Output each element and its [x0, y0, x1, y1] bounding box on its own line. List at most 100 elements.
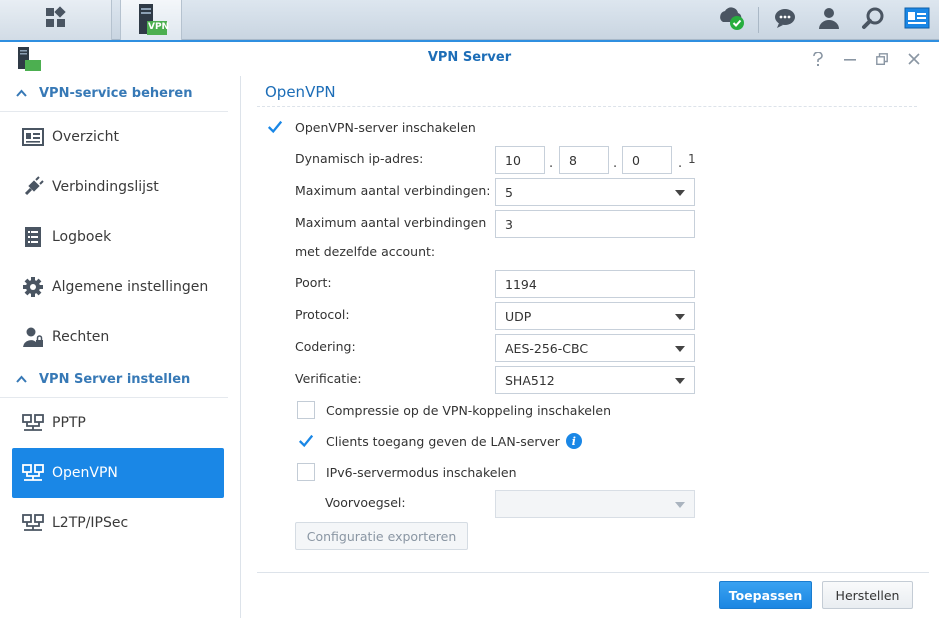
user-lock-icon — [22, 326, 44, 348]
footer-divider — [257, 572, 929, 573]
port-label: Poort: — [295, 275, 332, 290]
ip-octet-1-input[interactable]: 10 — [495, 146, 545, 174]
chevron-up-icon — [16, 373, 27, 386]
sidebar-item-label: Overzicht — [52, 129, 119, 145]
caret-down-icon — [675, 346, 685, 352]
close-icon[interactable] — [905, 50, 923, 68]
lan-access-row[interactable]: Clients toegang geven de LAN-server i — [297, 432, 582, 450]
gear-icon — [22, 276, 44, 298]
port-input[interactable]: 1194 — [495, 270, 695, 298]
compression-row[interactable]: Compressie op de VPN-koppeling inschakel… — [297, 401, 611, 419]
ipv6-row[interactable]: IPv6-servermodus inschakelen — [297, 463, 517, 481]
search-button[interactable] — [851, 0, 895, 40]
checkmark-icon — [267, 120, 283, 134]
help-icon[interactable] — [809, 50, 827, 68]
main-menu-button[interactable] — [0, 0, 112, 40]
user-icon — [817, 6, 841, 34]
vpn-badge-text: VPN — [148, 22, 170, 32]
section-divider — [257, 106, 917, 107]
prefix-label: Voorvoegsel: — [325, 495, 406, 510]
sidebar-group-label: VPN Server instellen — [39, 372, 191, 387]
cloud-check-icon — [717, 4, 747, 36]
compression-checkbox[interactable] — [297, 401, 315, 419]
widgets-button[interactable] — [895, 0, 939, 40]
authentication-select[interactable]: SHA512 — [495, 366, 695, 394]
encryption-label: Codering: — [295, 339, 356, 354]
checkmark-icon — [298, 434, 314, 448]
chevron-up-icon — [16, 87, 27, 100]
enable-openvpn-checkbox[interactable] — [266, 118, 284, 136]
sidebar-item-label: Verbindingslijst — [52, 179, 159, 195]
plug-icon — [22, 176, 44, 198]
max-same-account-input[interactable]: 3 — [495, 210, 695, 238]
max-connections-select[interactable]: 5 — [495, 178, 695, 206]
search-icon — [861, 6, 885, 34]
enable-openvpn-label: OpenVPN-server inschakelen — [295, 119, 476, 135]
authentication-value: SHA512 — [505, 372, 555, 388]
user-button[interactable] — [807, 0, 851, 40]
encryption-select[interactable]: AES-256-CBC — [495, 334, 695, 362]
section-title: OpenVPN — [265, 83, 336, 101]
ip-octet-2-input[interactable]: 8 — [559, 146, 609, 174]
ip-octet-4-value: 1 — [688, 152, 696, 166]
network-icon — [22, 412, 44, 434]
sidebar-item-label: PPTP — [52, 415, 86, 431]
restore-icon[interactable] — [873, 50, 891, 68]
ip-separator: . — [613, 156, 618, 171]
caret-down-icon — [675, 502, 685, 508]
lan-access-checkbox[interactable] — [297, 432, 315, 450]
taskbar-separator — [758, 7, 759, 33]
ip-separator: . — [678, 156, 683, 171]
id-card-icon — [904, 7, 930, 33]
info-icon[interactable]: i — [565, 433, 582, 449]
network-icon — [22, 512, 44, 534]
sidebar-item-label: Algemene instellingen — [52, 279, 209, 295]
max-connections-label: Maximum aantal verbindingen: — [295, 183, 491, 198]
sidebar-item-logboek[interactable]: Logboek — [12, 212, 224, 262]
window-title: VPN Server — [427, 50, 512, 65]
vpn-server-icon: VPN — [133, 3, 169, 37]
reset-button[interactable]: Herstellen — [822, 581, 913, 609]
sidebar-item-pptp[interactable]: PPTP — [12, 398, 224, 448]
sidebar-item-algemene-instellingen[interactable]: Algemene instellingen — [12, 262, 224, 312]
chat-icon — [773, 6, 797, 34]
sidebar-group-label: VPN-service beheren — [39, 86, 193, 101]
prefix-select[interactable] — [495, 490, 695, 518]
grid-icon — [44, 6, 68, 34]
compression-label: Compressie op de VPN-koppeling inschakel… — [326, 402, 612, 418]
sidebar-item-label: Logboek — [52, 229, 112, 245]
enable-openvpn-row[interactable]: OpenVPN-server inschakelen — [266, 118, 476, 136]
protocol-label: Protocol: — [295, 307, 350, 322]
max-same-account-label-line2: met dezelfde account: — [295, 244, 436, 259]
dynamic-ip-label: Dynamisch ip-adres: — [295, 151, 424, 166]
ipv6-checkbox[interactable] — [297, 463, 315, 481]
sidebar-item-label: Rechten — [52, 329, 110, 345]
caret-down-icon — [675, 190, 685, 196]
cloud-status-button[interactable] — [710, 0, 754, 40]
sidebar-group-vpn-server[interactable]: VPN Server instellen — [0, 362, 228, 398]
sidebar-item-overzicht[interactable]: Overzicht — [12, 112, 224, 162]
ipv6-label: IPv6-servermodus inschakelen — [326, 464, 517, 480]
caret-down-icon — [675, 378, 685, 384]
sidebar-item-l2tp-ipsec[interactable]: L2TP/IPSec — [12, 498, 224, 548]
ip-separator: . — [549, 156, 554, 171]
sidebar-item-openvpn[interactable]: OpenVPN — [12, 448, 224, 498]
chat-button[interactable] — [763, 0, 807, 40]
protocol-select[interactable]: UDP — [495, 302, 695, 330]
openvpn-settings-panel: OpenVPN OpenVPN-server inschakelen Dynam… — [242, 76, 939, 618]
taskbar: VPN — [0, 0, 939, 40]
sidebar-item-label: L2TP/IPSec — [52, 515, 129, 531]
window-titlebar: VPN Server — [0, 40, 939, 76]
max-same-account-label-line1: Maximum aantal verbindingen — [295, 215, 487, 230]
sidebar-item-verbindingslijst[interactable]: Verbindingslijst — [12, 162, 224, 212]
apply-button[interactable]: Toepassen — [719, 581, 812, 609]
taskbar-vpn-app[interactable]: VPN — [120, 0, 182, 40]
sidebar-item-rechten[interactable]: Rechten — [12, 312, 224, 362]
minimize-icon[interactable] — [841, 50, 859, 68]
export-config-button[interactable]: Configuratie exporteren — [295, 522, 468, 550]
sidebar-group-vpn-service[interactable]: VPN-service beheren — [0, 76, 228, 112]
protocol-value: UDP — [505, 308, 532, 324]
network-icon — [22, 462, 44, 484]
encryption-value: AES-256-CBC — [505, 340, 589, 356]
ip-octet-3-input[interactable]: 0 — [622, 146, 672, 174]
